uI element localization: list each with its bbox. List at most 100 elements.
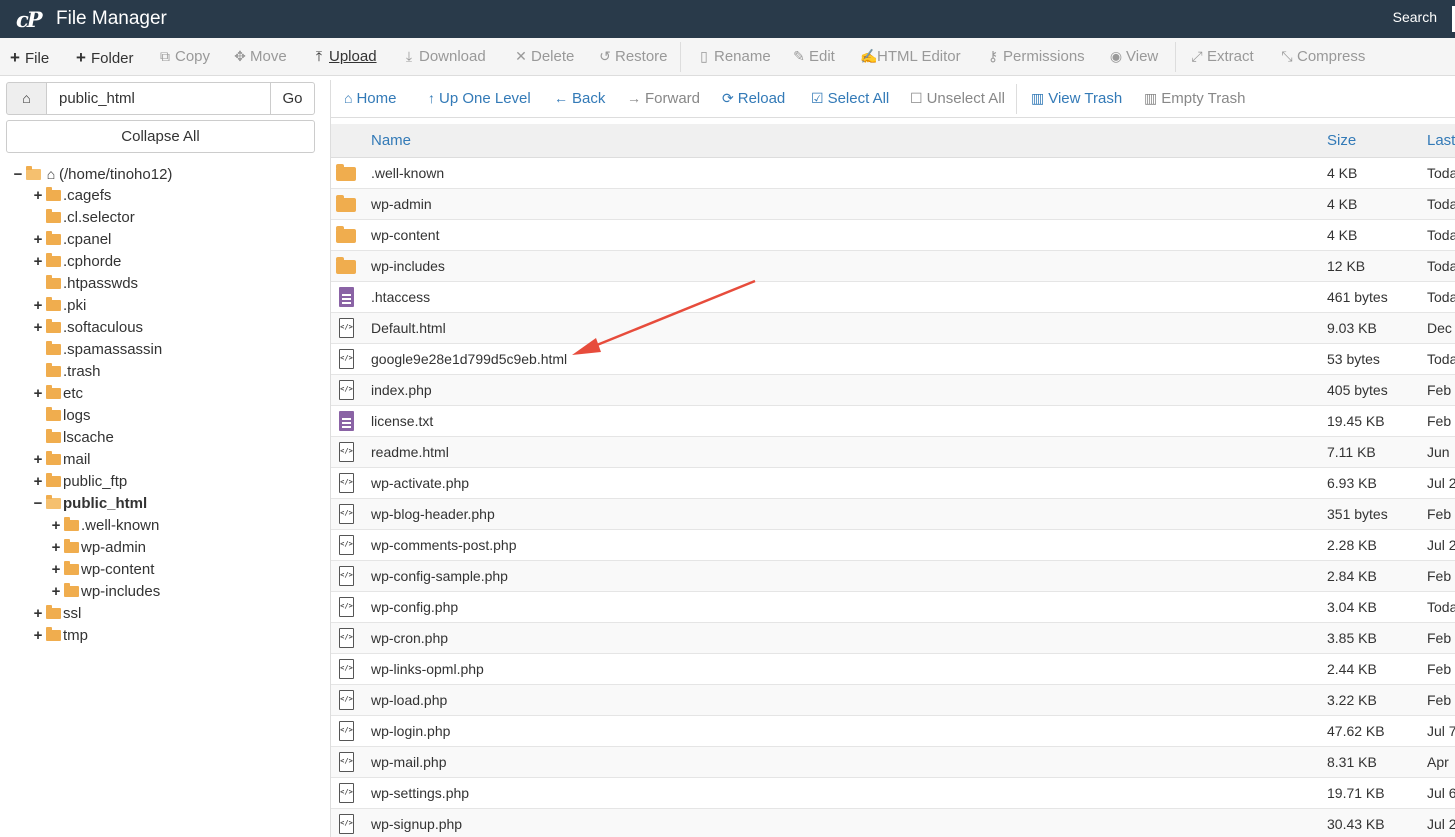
toolbar-folder-button[interactable]: + Folder <box>74 48 134 68</box>
column-size-header[interactable]: Size <box>1327 132 1356 149</box>
tree-item[interactable]: + wp-content <box>50 559 154 581</box>
file-name: Default.html <box>371 320 446 336</box>
tree-item[interactable]: − ⌂ (/home/tinoho12) <box>12 163 172 185</box>
file-row[interactable]: </> wp-login.php 47.62 KB Jul 7 <box>331 716 1455 747</box>
expand-icon[interactable]: + <box>32 185 44 207</box>
tree-item[interactable]: + wp-includes <box>50 581 160 603</box>
toolbar-html-editor-button[interactable]: ✍HTML Editor <box>860 48 961 65</box>
file-row[interactable]: </> google9e28e1d799d5c9eb.html 53 bytes To… <box>331 344 1455 375</box>
tree-item[interactable]: lscache <box>32 427 114 449</box>
expand-icon[interactable]: + <box>32 229 44 251</box>
tree-item[interactable]: + .cpanel <box>32 229 111 251</box>
toolbar-edit-button[interactable]: ✎ Edit <box>792 48 835 65</box>
tree-item[interactable]: + etc <box>32 383 83 405</box>
column-last-modified-header[interactable]: Last <box>1427 132 1455 149</box>
go-button[interactable]: Go <box>270 82 315 115</box>
expand-icon[interactable]: + <box>50 581 62 603</box>
path-input[interactable] <box>46 82 271 115</box>
nav-empty-trash-button[interactable]: ▥ Empty Trash <box>1144 90 1245 107</box>
tree-item[interactable]: .trash <box>32 361 101 383</box>
file-row[interactable]: wp-admin 4 KB Toda <box>331 189 1455 220</box>
toolbar-label: File <box>25 50 50 67</box>
file-row[interactable]: </> wp-load.php 3.22 KB Feb <box>331 685 1455 716</box>
tree-item[interactable]: + .well-known <box>50 515 159 537</box>
nav-back-button[interactable]: ← Back <box>554 90 605 107</box>
expand-icon[interactable]: + <box>32 251 44 273</box>
toolbar-rename-button[interactable]: ▯ Rename <box>697 48 771 65</box>
file-row[interactable]: </> wp-links-opml.php 2.44 KB Feb <box>331 654 1455 685</box>
file-row[interactable]: .well-known 4 KB Toda <box>331 158 1455 189</box>
toolbar-copy-button[interactable]: ⧉ Copy <box>158 48 210 65</box>
expand-icon[interactable]: + <box>32 295 44 317</box>
expand-icon[interactable]: + <box>50 537 62 559</box>
expand-icon[interactable]: + <box>32 383 44 405</box>
folder-icon <box>46 473 61 487</box>
file-row[interactable]: </> wp-settings.php 19.71 KB Jul 6 <box>331 778 1455 809</box>
file-row[interactable]: .htaccess 461 bytes Toda <box>331 282 1455 313</box>
cpanel-logo[interactable]: cP <box>16 7 43 32</box>
file-row[interactable]: </> wp-cron.php 3.85 KB Feb <box>331 623 1455 654</box>
toolbar-file-button[interactable]: + File <box>8 48 49 68</box>
tree-item[interactable]: + .cagefs <box>32 185 111 207</box>
tree-item[interactable]: + ssl <box>32 603 81 625</box>
toolbar-extract-button[interactable]: ⤢ Extract <box>1190 48 1253 65</box>
tree-item[interactable]: − public_html <box>32 493 147 515</box>
collapse-icon[interactable]: − <box>12 164 24 186</box>
toolbar-restore-button[interactable]: ↺ Restore <box>598 48 667 65</box>
tree-item[interactable]: .spamassassin <box>32 339 162 361</box>
column-name-header[interactable]: Name <box>371 132 411 149</box>
tree-item[interactable]: .htpasswds <box>32 273 138 295</box>
file-row[interactable]: </> Default.html 9.03 KB Dec <box>331 313 1455 344</box>
file-row[interactable]: </> wp-config.php 3.04 KB Toda <box>331 592 1455 623</box>
file-row[interactable]: </> wp-signup.php 30.43 KB Jul 2 <box>331 809 1455 837</box>
expand-icon[interactable]: + <box>32 317 44 339</box>
tree-item[interactable]: + .cphorde <box>32 251 121 273</box>
nav-reload-button[interactable]: ⟳ Reload <box>722 90 785 107</box>
toolbar-upload-button[interactable]: ⤒ Upload <box>312 48 377 65</box>
file-row[interactable]: </> wp-activate.php 6.93 KB Jul 2 <box>331 468 1455 499</box>
nav-view-trash-button[interactable]: ▥ View Trash <box>1031 90 1122 107</box>
expand-icon[interactable]: + <box>32 449 44 471</box>
file-row[interactable]: wp-includes 12 KB Toda <box>331 251 1455 282</box>
tree-item[interactable]: logs <box>32 405 91 427</box>
tree-item[interactable]: + wp-admin <box>50 537 146 559</box>
nav-home-button[interactable]: ⌂ Home <box>344 90 396 107</box>
expand-icon[interactable]: + <box>50 515 62 537</box>
code-file-icon: </> <box>336 690 356 710</box>
expand-icon[interactable]: + <box>32 603 44 625</box>
toolbar-download-button[interactable]: ⤓ Download <box>402 48 486 65</box>
file-row[interactable]: wp-content 4 KB Toda <box>331 220 1455 251</box>
file-name: google9e28e1d799d5c9eb.html <box>371 351 568 367</box>
file-row[interactable]: license.txt 19.45 KB Feb <box>331 406 1455 437</box>
collapse-icon[interactable]: − <box>32 493 44 515</box>
folder-icon <box>46 187 61 201</box>
toolbar-compress-button[interactable]: ⤡ Compress <box>1280 48 1365 65</box>
tree-item[interactable]: + tmp <box>32 625 88 647</box>
tree-item[interactable]: + .softaculous <box>32 317 143 339</box>
file-row[interactable]: </> index.php 405 bytes Feb <box>331 375 1455 406</box>
nav-up-one-level-button[interactable]: ↑ Up One Level <box>428 90 531 107</box>
expand-icon[interactable]: + <box>32 625 44 647</box>
tree-item[interactable]: .cl.selector <box>32 207 135 229</box>
expand-icon[interactable]: + <box>32 471 44 493</box>
file-row[interactable]: </> wp-comments-post.php 2.28 KB Jul 2 <box>331 530 1455 561</box>
toolbar-view-button[interactable]: ◉ View <box>1109 48 1158 65</box>
collapse-all-button[interactable]: Collapse All <box>6 120 315 153</box>
toolbar-delete-button[interactable]: ✕ Delete <box>514 48 574 65</box>
file-row[interactable]: </> wp-blog-header.php 351 bytes Feb <box>331 499 1455 530</box>
nav-unselect-all-button[interactable]: ☐ Unselect All <box>910 90 1005 107</box>
navigation-bar: ⌂ Home ↑ Up One Level ← Back → Forward ⟳ Reload ☑ S… <box>331 80 1455 118</box>
tree-item[interactable]: + .pki <box>32 295 86 317</box>
toolbar-permissions-button[interactable]: ⚷ Permissions <box>986 48 1085 65</box>
tree-item[interactable]: + mail <box>32 449 91 471</box>
file-row[interactable]: </> readme.html 7.11 KB Jun <box>331 437 1455 468</box>
expand-icon[interactable]: + <box>50 559 62 581</box>
file-row[interactable]: </> wp-config-sample.php 2.84 KB Feb <box>331 561 1455 592</box>
tree-item[interactable]: + public_ftp <box>32 471 127 493</box>
nav-select-all-button[interactable]: ☑ Select All <box>811 90 889 107</box>
file-row[interactable]: </> wp-mail.php 8.31 KB Apr <box>331 747 1455 778</box>
nav-forward-button[interactable]: → Forward <box>627 90 700 107</box>
file-name: wp-links-opml.php <box>371 661 484 677</box>
toolbar-move-button[interactable]: ✥ Move <box>233 48 287 65</box>
home-path-button[interactable]: ⌂ <box>6 82 47 115</box>
